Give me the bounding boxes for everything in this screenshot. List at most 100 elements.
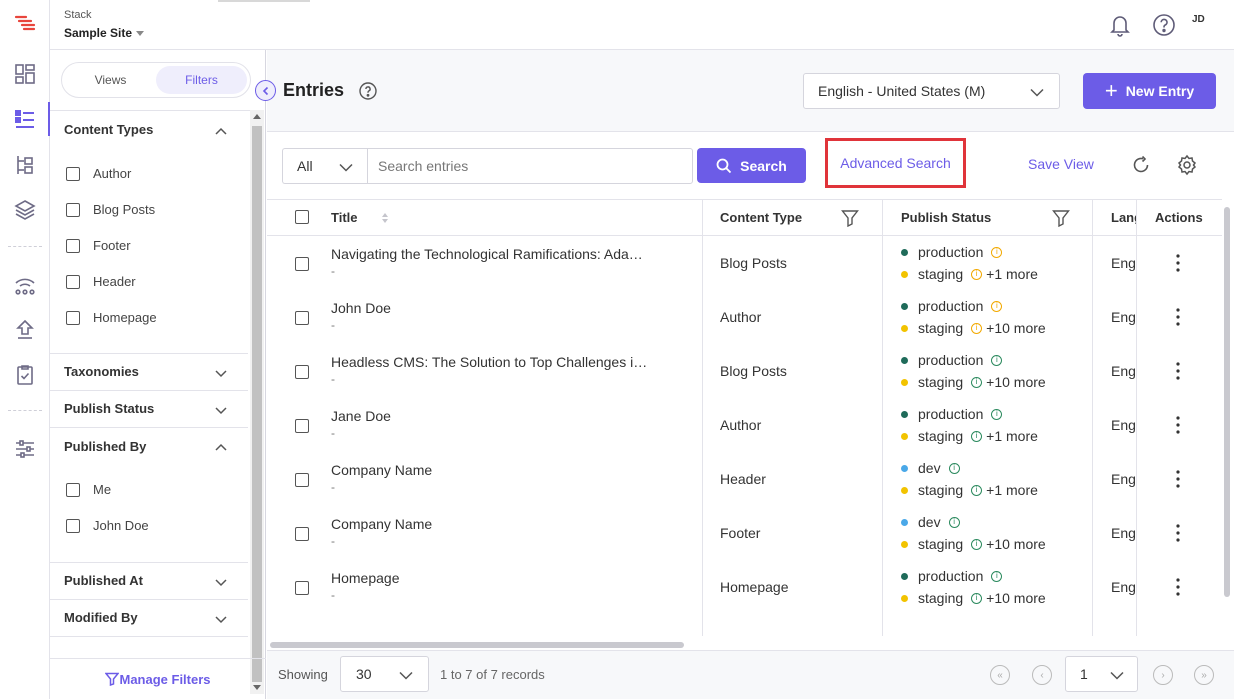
info-icon[interactable]: i (971, 484, 983, 496)
more-actions-icon[interactable] (1171, 577, 1185, 597)
info-icon[interactable]: i (991, 354, 1003, 366)
col-title[interactable]: Title (331, 210, 358, 225)
help-icon[interactable] (1151, 12, 1177, 38)
sort-icon[interactable] (381, 212, 389, 224)
save-view-link[interactable]: Save View (1028, 156, 1094, 172)
collapse-panel-button[interactable] (255, 80, 276, 101)
dashboard-icon[interactable] (12, 61, 38, 87)
info-icon[interactable]: i (991, 408, 1003, 420)
more-environments[interactable]: +10 more (986, 590, 1046, 606)
checkbox[interactable] (66, 166, 80, 181)
filter-option-header[interactable]: Header (66, 274, 136, 289)
row-checkbox[interactable] (295, 527, 309, 541)
chevron-up-icon[interactable] (214, 440, 228, 454)
scroll-thumb[interactable] (252, 126, 262, 682)
scroll-thumb[interactable] (270, 642, 684, 648)
info-icon[interactable]: i (971, 268, 983, 280)
more-actions-icon[interactable] (1171, 253, 1185, 273)
site-switcher[interactable]: Sample Site (64, 26, 145, 40)
entry-title[interactable]: Homepage (331, 570, 681, 586)
language-select[interactable]: English - United States (M) (803, 73, 1060, 109)
more-environments[interactable]: +1 more (986, 482, 1038, 498)
checkbox[interactable] (66, 238, 80, 253)
page-select[interactable]: 1 (1065, 656, 1138, 692)
entry-title[interactable]: Jane Doe (331, 408, 681, 424)
checkbox[interactable] (66, 518, 80, 533)
filter-option-me[interactable]: Me (66, 482, 111, 497)
checkbox[interactable] (66, 482, 80, 497)
more-environments[interactable]: +10 more (986, 536, 1046, 552)
prev-page-button[interactable]: ‹ (1032, 665, 1052, 685)
info-icon[interactable]: i (948, 516, 960, 528)
row-checkbox[interactable] (295, 311, 309, 325)
scroll-thumb[interactable] (1224, 207, 1230, 597)
table-vertical-scrollbar[interactable] (1223, 199, 1231, 636)
tab-views[interactable]: Views (65, 66, 156, 94)
entry-title[interactable]: John Doe (331, 300, 681, 316)
info-icon[interactable]: i (991, 570, 1003, 582)
more-environments[interactable]: +1 more (986, 266, 1038, 282)
info-icon[interactable]: i (971, 592, 983, 604)
table-row[interactable]: Homepage - Homepage production i staging i… (267, 560, 1222, 614)
section-title[interactable]: Content Types (64, 122, 153, 137)
checkbox[interactable] (66, 274, 80, 289)
more-actions-icon[interactable] (1171, 307, 1185, 327)
entry-title[interactable]: Company Name (331, 516, 681, 532)
info-icon[interactable]: i (971, 376, 983, 388)
filter-vertical-scrollbar[interactable] (250, 110, 264, 694)
gear-icon[interactable] (1176, 154, 1198, 176)
info-icon[interactable]: i (991, 246, 1003, 258)
first-page-button[interactable]: « (990, 665, 1010, 685)
info-icon[interactable]: i (991, 300, 1003, 312)
filter-funnel-icon[interactable] (1052, 209, 1070, 227)
filter-option-john-doe[interactable]: John Doe (66, 518, 149, 533)
row-checkbox[interactable] (295, 365, 309, 379)
filter-section-taxonomies[interactable]: Taxonomies (50, 354, 248, 391)
new-entry-button[interactable]: + New Entry (1083, 73, 1216, 109)
filter-option-blog-posts[interactable]: Blog Posts (66, 202, 155, 217)
more-environments[interactable]: +10 more (986, 320, 1046, 336)
releases-icon[interactable] (12, 272, 38, 298)
row-checkbox[interactable] (295, 581, 309, 595)
more-actions-icon[interactable] (1171, 469, 1185, 489)
advanced-search-link[interactable]: Advanced Search (825, 138, 966, 188)
scroll-up-icon[interactable] (253, 114, 261, 119)
settings-sliders-icon[interactable] (12, 436, 38, 462)
row-checkbox[interactable] (295, 257, 309, 271)
tab-filters[interactable]: Filters (156, 66, 247, 94)
filter-option-footer[interactable]: Footer (66, 238, 131, 253)
table-row[interactable]: Company Name - Footer dev i staging i +10 m… (267, 506, 1222, 560)
more-actions-icon[interactable] (1171, 415, 1185, 435)
chevron-down-icon[interactable] (214, 575, 228, 589)
filter-section-modified-by[interactable]: Modified By (50, 600, 248, 637)
filter-funnel-icon[interactable] (841, 209, 859, 227)
chevron-down-icon[interactable] (214, 366, 228, 380)
row-checkbox[interactable] (295, 473, 309, 487)
checkbox[interactable] (66, 202, 80, 217)
table-row[interactable]: Company Name - Header dev i staging i +1 mo… (267, 452, 1222, 506)
entry-title[interactable]: Company Name (331, 462, 681, 478)
table-row[interactable]: Navigating the Technological Ramificatio… (267, 236, 1222, 290)
notifications-bell-icon[interactable] (1107, 12, 1133, 38)
filter-option-homepage[interactable]: Homepage (66, 310, 157, 325)
more-actions-icon[interactable] (1171, 361, 1185, 381)
publish-queue-icon[interactable] (12, 317, 38, 343)
table-row[interactable]: Jane Doe - Author production i staging i +1… (267, 398, 1222, 452)
more-actions-icon[interactable] (1171, 523, 1185, 543)
last-page-button[interactable]: » (1194, 665, 1214, 685)
next-page-button[interactable]: › (1153, 665, 1173, 685)
table-row[interactable]: John Doe - Author production i staging i +1… (267, 290, 1222, 344)
assets-icon[interactable] (12, 197, 38, 223)
search-button[interactable]: Search (697, 148, 806, 183)
filter-section-published-at[interactable]: Published At (50, 563, 248, 600)
info-icon[interactable]: i (971, 430, 983, 442)
manage-filters-button[interactable]: Manage Filters (50, 658, 266, 699)
entry-title[interactable]: Navigating the Technological Ramificatio… (331, 246, 681, 262)
row-checkbox[interactable] (295, 419, 309, 433)
chevron-down-icon[interactable] (214, 403, 228, 417)
search-scope-select[interactable]: All (282, 148, 368, 184)
entries-icon[interactable] (12, 102, 50, 136)
info-icon[interactable]: i (971, 538, 983, 550)
search-input[interactable] (367, 148, 693, 184)
content-models-icon[interactable] (12, 152, 38, 178)
